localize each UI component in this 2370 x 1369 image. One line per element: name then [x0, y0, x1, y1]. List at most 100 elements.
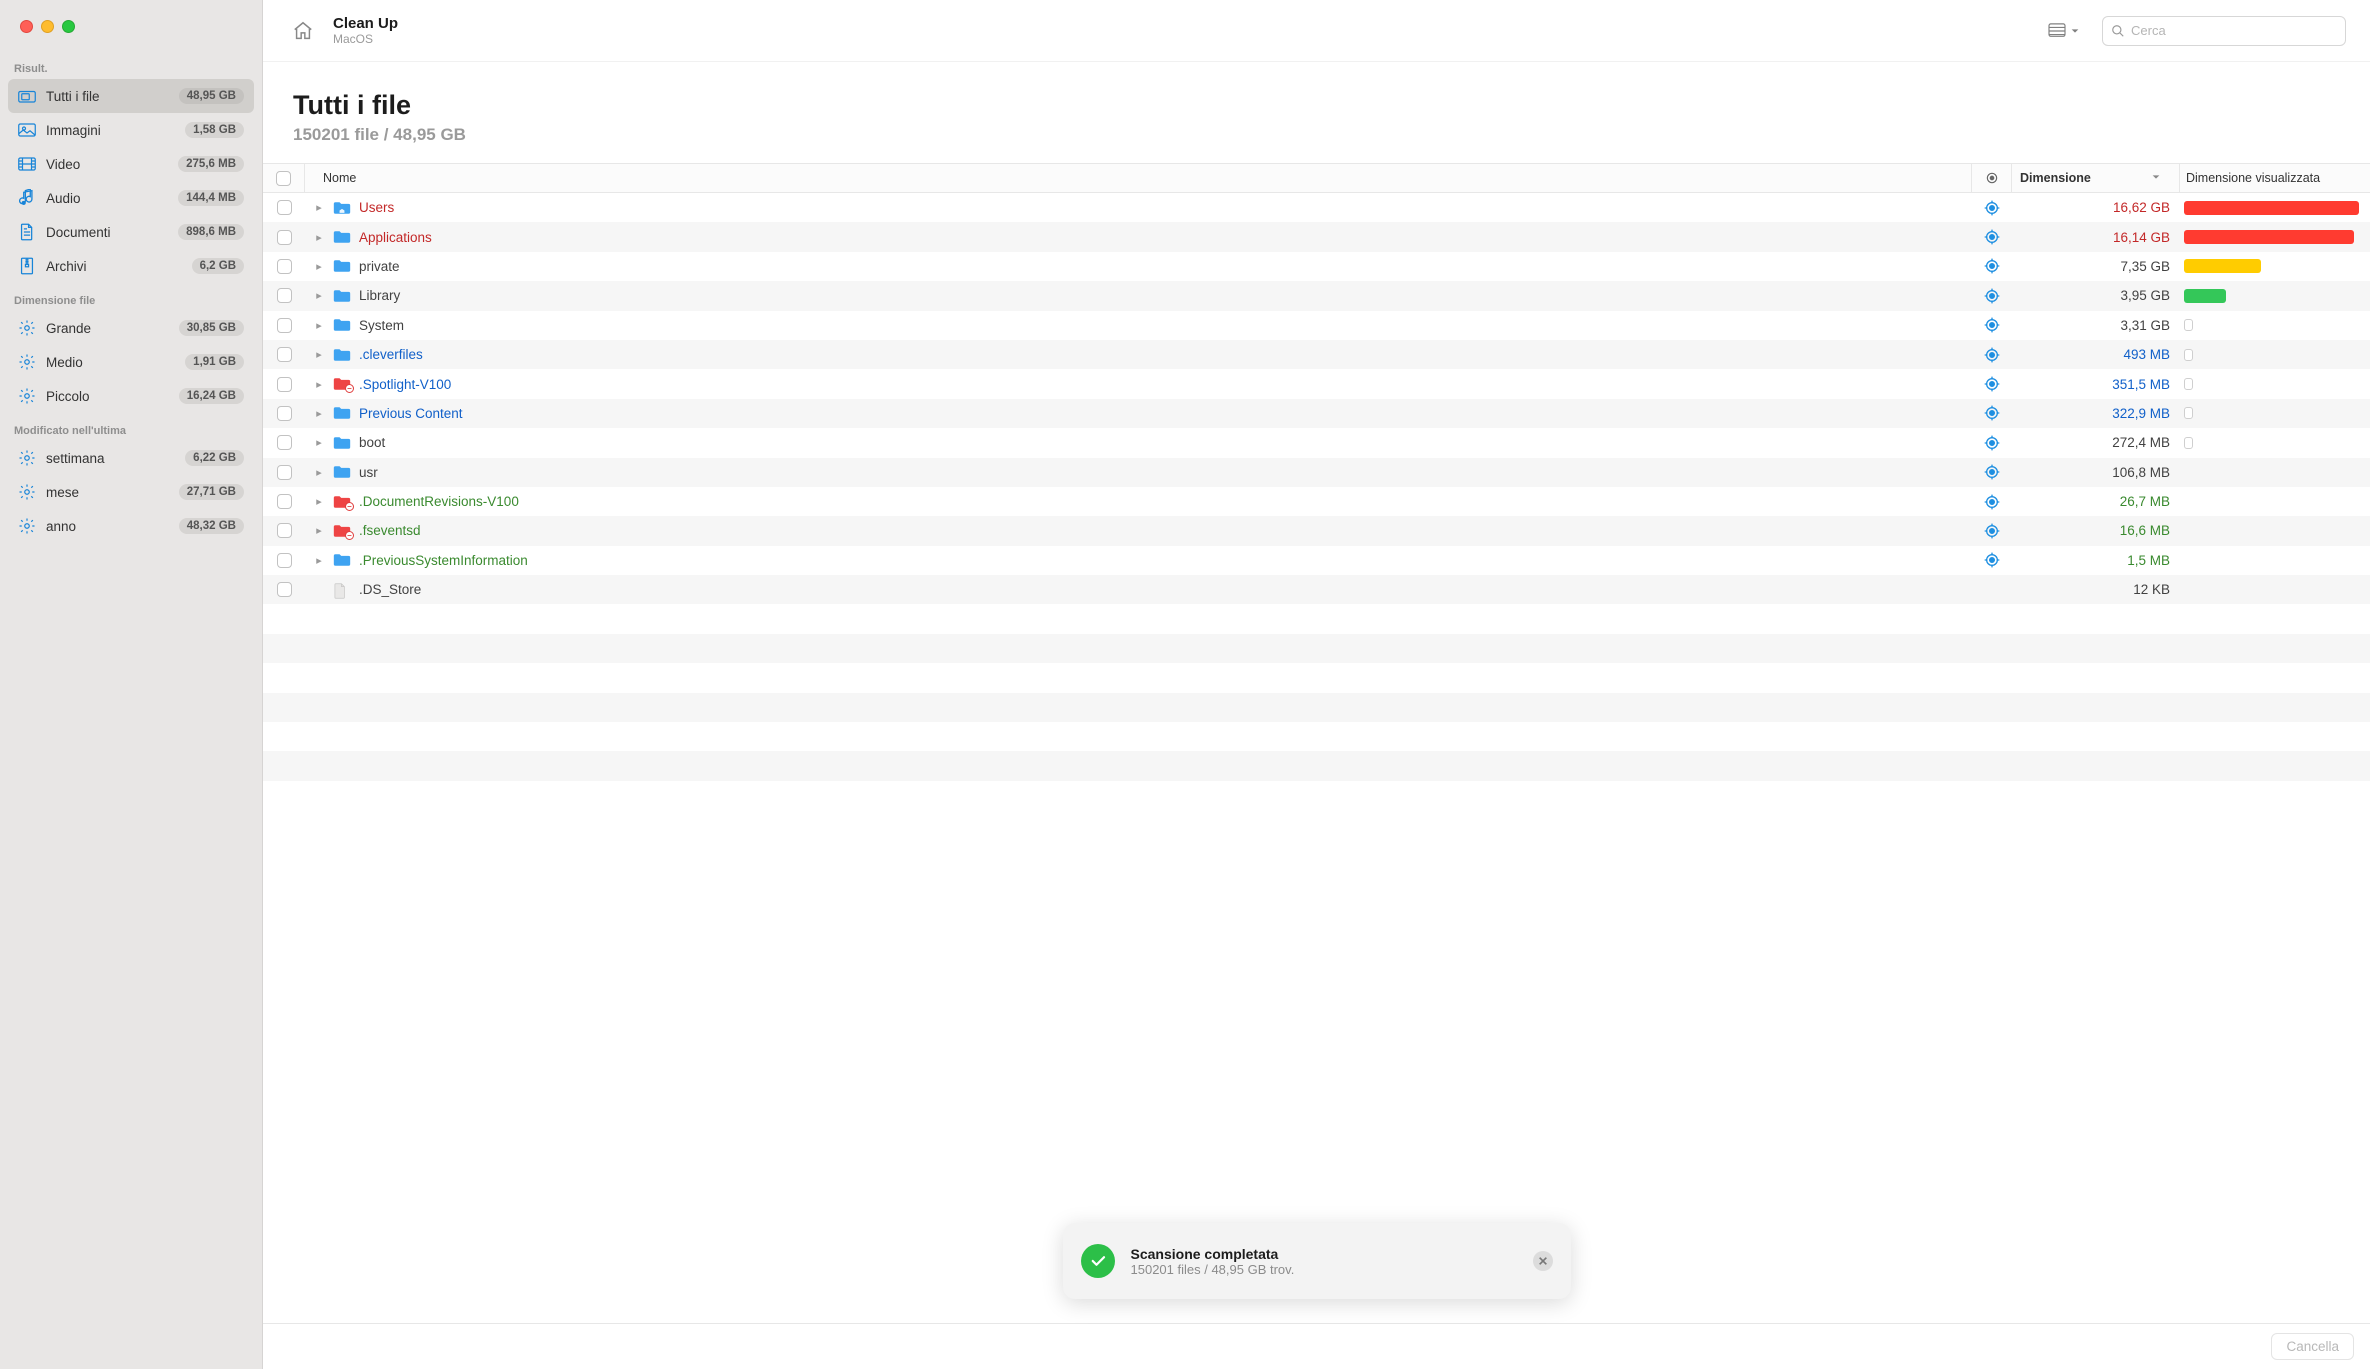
- disclosure-triangle-icon[interactable]: ▸: [313, 378, 325, 391]
- sidebar-item-label: settimana: [46, 451, 175, 466]
- sidebar-section-label: Dimensione file: [0, 283, 262, 311]
- table-row[interactable]: ▸private7,35 GB: [263, 252, 2370, 281]
- row-name: Library: [359, 288, 400, 303]
- row-checkbox[interactable]: [277, 406, 292, 421]
- row-checkbox[interactable]: [277, 347, 292, 362]
- row-target-button[interactable]: [1972, 464, 2012, 480]
- column-target[interactable]: [1972, 164, 2012, 192]
- disclosure-triangle-icon[interactable]: ▸: [313, 231, 325, 244]
- row-checkbox[interactable]: [277, 230, 292, 245]
- disclosure-triangle-icon[interactable]: ▸: [313, 436, 325, 449]
- row-name: System: [359, 318, 404, 333]
- table-row[interactable]: ▸Previous Content322,9 MB: [263, 399, 2370, 428]
- search-input[interactable]: [2131, 23, 2337, 38]
- row-checkbox[interactable]: [277, 465, 292, 480]
- table-row[interactable]: ▸–.Spotlight-V100351,5 MB: [263, 369, 2370, 398]
- row-checkbox[interactable]: [277, 553, 292, 568]
- row-checkbox[interactable]: [277, 318, 292, 333]
- checkmark-icon: [1081, 1244, 1115, 1278]
- sidebar-item-immagini[interactable]: Immagini1,58 GB: [8, 113, 254, 147]
- disclosure-triangle-icon[interactable]: ▸: [313, 348, 325, 361]
- sidebar-item-archivi[interactable]: Archivi6,2 GB: [8, 249, 254, 283]
- row-checkbox[interactable]: [277, 582, 292, 597]
- sidebar-item-settimana[interactable]: settimana6,22 GB: [8, 441, 254, 475]
- folder-icon: [333, 318, 351, 332]
- sidebar-item-anno[interactable]: anno48,32 GB: [8, 509, 254, 543]
- column-name[interactable]: Nome: [305, 164, 1972, 192]
- column-bar[interactable]: Dimensione visualizzata: [2180, 164, 2370, 192]
- sidebar-item-video[interactable]: Video275,6 MB: [8, 147, 254, 181]
- delete-button[interactable]: Cancella: [2271, 1333, 2354, 1360]
- row-target-button[interactable]: [1972, 200, 2012, 216]
- select-all-column[interactable]: [263, 164, 305, 192]
- table-row[interactable]: ▸–.DocumentRevisions-V10026,7 MB: [263, 487, 2370, 516]
- audio-icon: [18, 189, 36, 207]
- row-target-button[interactable]: [1972, 288, 2012, 304]
- table-row[interactable]: ▸–.fseventsd16,6 MB: [263, 516, 2370, 545]
- row-checkbox[interactable]: [277, 435, 292, 450]
- search-field[interactable]: [2102, 16, 2346, 46]
- row-target-button[interactable]: [1972, 523, 2012, 539]
- disclosure-triangle-icon[interactable]: ▸: [313, 407, 325, 420]
- disclosure-triangle-icon[interactable]: ▸: [313, 554, 325, 567]
- toast-close-button[interactable]: [1533, 1251, 1553, 1271]
- folder-icon: [333, 436, 351, 450]
- sidebar-item-mese[interactable]: mese27,71 GB: [8, 475, 254, 509]
- row-name: .DS_Store: [359, 582, 421, 597]
- page-title: Tutti i file: [293, 90, 2340, 121]
- sidebar-item-audio[interactable]: Audio144,4 MB: [8, 181, 254, 215]
- view-mode-button[interactable]: [2040, 19, 2088, 43]
- disclosure-triangle-icon[interactable]: ▸: [313, 201, 325, 214]
- sidebar-item-label: anno: [46, 519, 169, 534]
- table-row[interactable]: ▸usr106,8 MB: [263, 458, 2370, 487]
- table-row[interactable]: ▸Applications16,14 GB: [263, 222, 2370, 251]
- sidebar-item-badge: 27,71 GB: [179, 484, 244, 500]
- app-title: Clean Up: [333, 15, 398, 32]
- row-target-button[interactable]: [1972, 435, 2012, 451]
- sidebar-item-documenti[interactable]: Documenti898,6 MB: [8, 215, 254, 249]
- table-row[interactable]: ▸.cleverfiles493 MB: [263, 340, 2370, 369]
- minimize-window-button[interactable]: [41, 20, 54, 33]
- row-checkbox[interactable]: [277, 200, 292, 215]
- sidebar-item-grande[interactable]: Grande30,85 GB: [8, 311, 254, 345]
- sidebar-item-piccolo[interactable]: Piccolo16,24 GB: [8, 379, 254, 413]
- row-target-button[interactable]: [1972, 317, 2012, 333]
- disclosure-triangle-icon[interactable]: ▸: [313, 289, 325, 302]
- close-window-button[interactable]: [20, 20, 33, 33]
- row-checkbox[interactable]: [277, 288, 292, 303]
- sidebar-item-tutti-i-file[interactable]: Tutti i file48,95 GB: [8, 79, 254, 113]
- row-target-button[interactable]: [1972, 258, 2012, 274]
- target-icon: [1984, 494, 2000, 510]
- row-size: 7,35 GB: [2012, 259, 2180, 274]
- row-target-button[interactable]: [1972, 229, 2012, 245]
- disclosure-triangle-icon[interactable]: ▸: [313, 466, 325, 479]
- row-size-bar: [2180, 319, 2370, 331]
- column-size[interactable]: Dimensione: [2012, 164, 2180, 192]
- disclosure-triangle-icon[interactable]: ▸: [313, 524, 325, 537]
- row-target-button[interactable]: [1972, 376, 2012, 392]
- disclosure-triangle-icon[interactable]: ▸: [313, 495, 325, 508]
- maximize-window-button[interactable]: [62, 20, 75, 33]
- row-checkbox[interactable]: [277, 259, 292, 274]
- table-row[interactable]: ▸System3,31 GB: [263, 311, 2370, 340]
- row-target-button[interactable]: [1972, 494, 2012, 510]
- row-name: .cleverfiles: [359, 347, 423, 362]
- table-row[interactable]: ▸boot272,4 MB: [263, 428, 2370, 457]
- table-row[interactable]: ▸.PreviousSystemInformation1,5 MB: [263, 546, 2370, 575]
- row-checkbox[interactable]: [277, 494, 292, 509]
- row-checkbox[interactable]: [277, 377, 292, 392]
- table-row[interactable]: .DS_Store12 KB: [263, 575, 2370, 604]
- row-checkbox[interactable]: [277, 523, 292, 538]
- disclosure-triangle-icon[interactable]: ▸: [313, 260, 325, 273]
- row-target-button[interactable]: [1972, 552, 2012, 568]
- table-row[interactable]: ▸Library3,95 GB: [263, 281, 2370, 310]
- sidebar-item-medio[interactable]: Medio1,91 GB: [8, 345, 254, 379]
- home-button[interactable]: [287, 15, 319, 47]
- row-size: 26,7 MB: [2012, 494, 2180, 509]
- disclosure-triangle-icon[interactable]: ▸: [313, 319, 325, 332]
- select-all-checkbox[interactable]: [276, 171, 291, 186]
- row-target-button[interactable]: [1972, 347, 2012, 363]
- row-target-button[interactable]: [1972, 405, 2012, 421]
- sidebar-section-label: Risult.: [0, 51, 262, 79]
- table-row[interactable]: ▸Users16,62 GB: [263, 193, 2370, 222]
